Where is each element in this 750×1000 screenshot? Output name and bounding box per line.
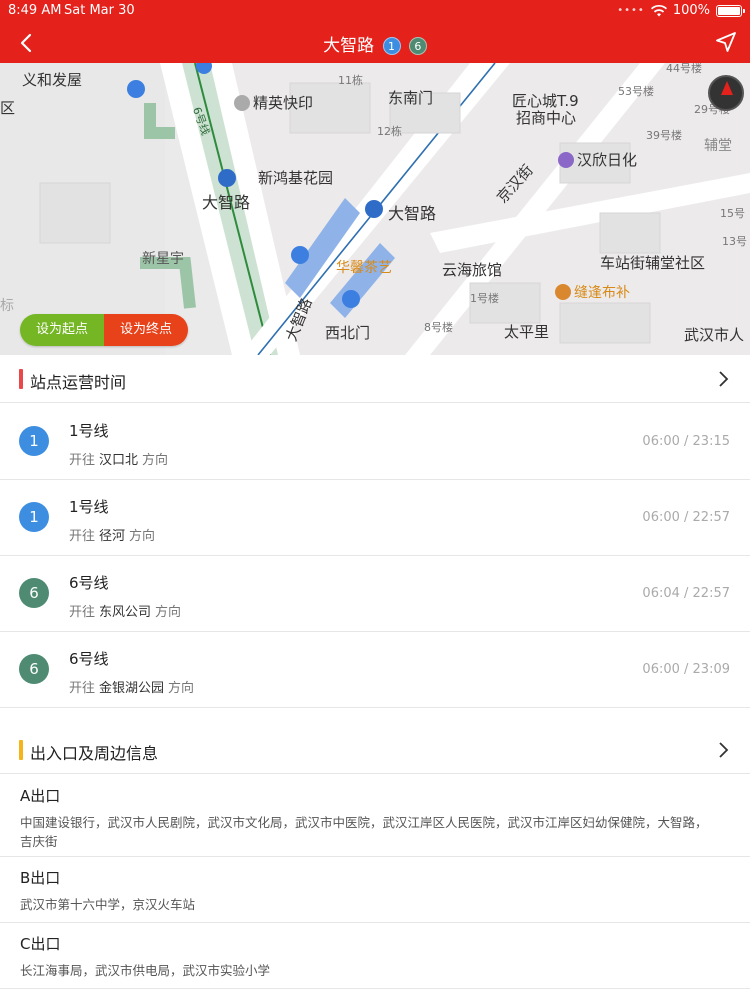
service-hours: 06:00 / 22:57 <box>642 510 730 525</box>
set-start-button[interactable]: 设为起点 <box>20 314 105 346</box>
service-hours: 06:00 / 23:09 <box>642 662 730 677</box>
direction-text: 开往 金银湖公园 方向 <box>69 681 195 696</box>
direction-text: 开往 汉口北 方向 <box>69 453 169 468</box>
chevron-right-icon <box>719 742 729 758</box>
section-title: 站点运营时间 <box>30 373 127 392</box>
exit-description: 中国建设银行，武汉市人民剧院，武汉市文化局，武汉市中医院，武汉江岸区人民医院，武… <box>20 815 708 849</box>
line-name: 6号线 <box>69 650 109 668</box>
map-label-wuhanshiren: 武汉市人 <box>684 326 745 344</box>
line-circle-icon: 6 <box>19 578 49 608</box>
line-schedule-row[interactable]: 6 6号线 开往 东风公司 方向 06:04 / 22:57 <box>0 556 750 632</box>
camera-icon <box>234 95 250 111</box>
line-circle-icon: 1 <box>19 502 49 532</box>
page-title: 大智路 1 6 <box>0 31 750 56</box>
map-label-zhaoshang: 招商中心 <box>516 109 577 127</box>
shop-icon <box>558 152 574 168</box>
line-badge-1: 1 <box>382 37 401 55</box>
wifi-icon <box>650 4 667 16</box>
map-label-xibeimen: 西北门 <box>325 324 371 342</box>
station-name: 大智路 <box>323 36 375 56</box>
line-circle-icon: 1 <box>19 426 49 456</box>
map-label-fudang: 辅堂 <box>704 138 732 154</box>
chevron-right-icon <box>719 371 729 387</box>
map-label-hanxinrihua: 汉欣日化 <box>558 149 637 170</box>
direction-text: 开往 东风公司 方向 <box>69 605 182 620</box>
map-view[interactable]: 义和发屋 区 精英快印 东南门 匠心城T.9 招商中心 汉欣日化 11栋 12栋… <box>0 63 750 355</box>
section-accent-bar <box>19 369 23 389</box>
map-label-yihefazhan: 义和发屋 <box>22 71 83 89</box>
battery-icon <box>716 4 745 17</box>
status-time: 8:49 AM <box>8 3 62 18</box>
operation-time-header[interactable]: 站点运营时间 <box>0 355 750 403</box>
top-bar: 8:49 AM Sat Mar 30 •••• 100% 大智路 1 6 <box>0 0 750 63</box>
line-name: 1号线 <box>69 422 109 440</box>
service-hours: 06:00 / 23:15 <box>642 434 730 449</box>
map-label-huaxinchayi: 华馨茶艺 <box>336 260 392 276</box>
map-label-yunhailvguan: 云海旅馆 <box>442 261 503 279</box>
map-label-floor53: 53号楼 <box>618 85 654 98</box>
exits-header[interactable]: 出入口及周边信息 <box>0 726 750 774</box>
exit-description: 长江海事局，武汉市供电局，武汉市实验小学 <box>20 963 271 978</box>
nav-bar: 大智路 1 6 <box>0 22 750 63</box>
exit-name: B出口 <box>20 869 61 887</box>
map-label-floor44: 44号楼 <box>666 63 702 75</box>
status-date: Sat Mar 30 <box>64 3 135 18</box>
map-label-floor13: 13号 <box>722 235 747 248</box>
line-schedule-row[interactable]: 1 1号线 开往 径河 方向 06:00 / 22:57 <box>0 480 750 556</box>
line-schedule-row[interactable]: 6 6号线 开往 金银湖公园 方向 06:00 / 23:09 <box>0 632 750 708</box>
map-label-dongnanmen: 东南门 <box>388 89 434 107</box>
route-buttons: 设为起点 设为终点 <box>20 314 189 346</box>
map-label-taipingli: 太平里 <box>504 323 550 341</box>
map-label-floor11: 11栋 <box>338 74 363 87</box>
line-name: 1号线 <box>69 498 109 516</box>
exit-item[interactable]: A出口 中国建设银行，武汉市人民剧院，武汉市文化局，武汉市中医院，武汉江岸区人民… <box>0 775 750 857</box>
map-label-dazhilu-left: 大智路 <box>202 193 251 212</box>
battery-percent: 100% <box>672 3 710 18</box>
map-label-jianfengbubu: 缝逢布补 <box>555 282 630 302</box>
map-label-floor8: 8号楼 <box>424 321 453 334</box>
map-label-floor12: 12栋 <box>377 125 402 138</box>
line-schedule-row[interactable]: 1 1号线 开往 汉口北 方向 06:00 / 23:15 <box>0 404 750 480</box>
map-label-floor15: 15号 <box>720 207 745 220</box>
exit-name: A出口 <box>20 787 61 805</box>
map-label-chezhanjie: 车站街辅堂社区 <box>600 254 706 272</box>
service-hours: 06:04 / 22:57 <box>642 586 730 601</box>
navigate-arrow-icon[interactable] <box>714 30 738 54</box>
line-badge-6: 6 <box>408 37 427 55</box>
compass-icon[interactable] <box>708 75 744 111</box>
exit-name: C出口 <box>20 935 61 953</box>
map-label-dazhilu-center: 大智路 <box>388 204 437 223</box>
exit-item[interactable]: B出口 武汉市第十六中学，京汉火车站 <box>0 857 750 923</box>
exit-item[interactable]: C出口 长江海事局，武汉市供电局，武汉市实验小学 <box>0 923 750 989</box>
map-label-floor1: 1号楼 <box>470 292 499 305</box>
map-label-jingyingkuaiyin: 精英快印 <box>234 92 313 113</box>
shop-icon <box>555 284 571 300</box>
direction-text: 开往 径河 方向 <box>69 529 156 544</box>
status-bar: 8:49 AM Sat Mar 30 •••• 100% <box>0 0 750 22</box>
line-circle-icon: 6 <box>19 654 49 684</box>
map-label-qu: 区 <box>0 99 16 117</box>
signal-dots-icon: •••• <box>617 5 645 16</box>
line-name: 6号线 <box>69 574 109 592</box>
map-label-biao: 标 <box>0 298 14 314</box>
set-end-button[interactable]: 设为终点 <box>104 314 189 346</box>
map-label-xinhongji: 新鸿基花园 <box>258 169 334 187</box>
section-title: 出入口及周边信息 <box>30 744 159 763</box>
section-accent-bar <box>19 740 23 760</box>
status-right: •••• 100% <box>617 3 745 18</box>
exit-description: 武汉市第十六中学，京汉火车站 <box>20 897 196 912</box>
map-label-xinxingyu: 新星宇 <box>142 251 184 267</box>
map-label-floor39: 39号楼 <box>646 129 682 142</box>
map-roads <box>0 63 750 355</box>
